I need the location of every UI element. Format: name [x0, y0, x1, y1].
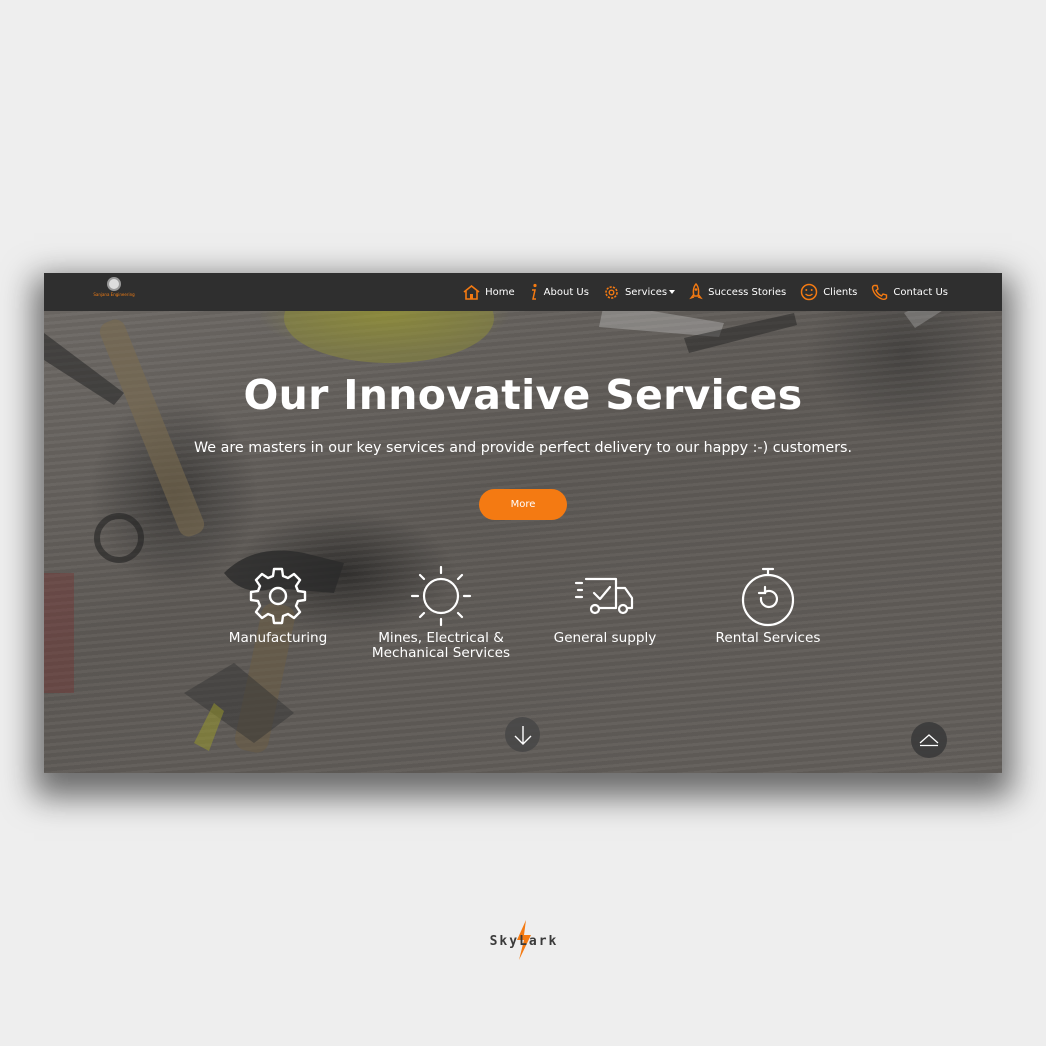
hero-subtitle: We are masters in our key services and p…	[193, 440, 853, 456]
hero-background-photo	[44, 273, 1002, 773]
service-label: Rental Services	[715, 630, 821, 646]
nav-item-label: Success Stories	[708, 286, 787, 298]
nav-item-label: Contact Us	[893, 286, 948, 298]
more-button[interactable]: More	[479, 489, 567, 520]
timer-icon	[741, 567, 795, 627]
nav-item-success-stories[interactable]: Success Stories	[689, 283, 786, 301]
logo-mark-icon	[107, 277, 121, 291]
service-label: General supply	[553, 630, 657, 646]
back-to-top-button[interactable]	[911, 722, 947, 758]
nav-menu: Home About Us Services Success Stories C…	[449, 273, 948, 311]
gear-icon	[249, 567, 307, 625]
nav-item-label: Services	[624, 286, 668, 298]
site-logo[interactable]: Sanjana Engineering	[93, 277, 135, 307]
chevron-up-icon	[919, 734, 939, 747]
hero-title: Our Innovative Services	[243, 371, 803, 419]
service-rental[interactable]: Rental Services	[693, 565, 843, 646]
arrow-down-icon	[514, 725, 531, 745]
service-general-supply[interactable]: General supply	[530, 565, 680, 646]
nav-item-label: About Us	[543, 286, 589, 298]
phone-icon	[872, 284, 888, 300]
service-manufacturing[interactable]: Manufacturing	[203, 565, 353, 646]
brand-text: SkyLark	[489, 933, 559, 949]
nav-item-services[interactable]: Services	[603, 284, 676, 301]
nav-item-label: Clients	[823, 286, 858, 298]
home-icon	[463, 284, 480, 300]
nav-item-about-us[interactable]: About Us	[529, 283, 589, 301]
sun-icon	[410, 565, 472, 627]
nav-item-label: Home	[485, 286, 515, 298]
scroll-down-button[interactable]	[505, 717, 540, 752]
service-label: Manufacturing	[228, 630, 328, 646]
nav-item-home[interactable]: Home	[463, 284, 515, 300]
rocket-icon	[689, 283, 703, 300]
skylark-brand-logo: SkyLark	[487, 920, 561, 962]
nav-item-contact-us[interactable]: Contact Us	[871, 284, 948, 301]
smile-icon	[800, 283, 818, 301]
nav-item-clients[interactable]: Clients	[800, 283, 857, 301]
gear-icon	[605, 285, 618, 299]
service-mines-electrical-mechanical[interactable]: Mines, Electrical & Mechanical Services	[366, 565, 516, 661]
info-icon	[531, 283, 537, 300]
website-screenshot: Sanjana Engineering Home About Us Servic…	[44, 273, 1002, 773]
chevron-down-icon	[669, 290, 676, 294]
navbar: Sanjana Engineering Home About Us Servic…	[44, 273, 1002, 311]
service-label: Mines, Electrical & Mechanical Services	[371, 630, 511, 661]
logo-text: Sanjana Engineering	[93, 292, 135, 297]
delivery-truck-icon	[574, 577, 634, 615]
